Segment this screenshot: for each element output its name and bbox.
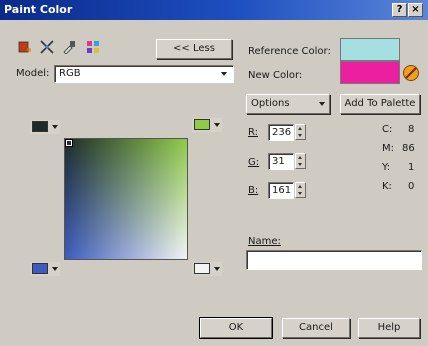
chevron-down-icon xyxy=(214,123,220,127)
chevron-down-icon xyxy=(52,267,58,271)
blend-picker-handle[interactable] xyxy=(65,139,73,147)
blend-overlay xyxy=(65,139,187,259)
options-label: Options xyxy=(251,98,290,109)
k-label: K: xyxy=(382,181,392,192)
c-label: C: xyxy=(382,124,393,135)
g-value: 31 xyxy=(272,156,285,167)
b-field[interactable]: 161 xyxy=(268,182,294,199)
y-label: Y: xyxy=(382,162,391,173)
r-stepper[interactable] xyxy=(295,124,306,140)
m-value: 86 xyxy=(402,143,415,154)
swatch-color xyxy=(32,263,48,274)
g-field[interactable]: 31 xyxy=(268,153,294,170)
m-label: M: xyxy=(382,143,394,154)
chevron-down-icon xyxy=(221,72,227,76)
add-to-palette-button[interactable]: Add To Palette xyxy=(340,94,420,114)
swatch-color xyxy=(32,121,48,132)
options-button[interactable]: Options xyxy=(246,94,330,114)
close-button[interactable]: × xyxy=(408,3,423,17)
less-button[interactable]: << Less xyxy=(156,39,232,59)
crosshair-icon[interactable] xyxy=(40,40,54,54)
b-label: B: xyxy=(248,185,259,196)
window-title: Paint Color xyxy=(4,3,73,16)
help-title-button[interactable]: ? xyxy=(392,3,407,17)
corner-swatch-top-left[interactable] xyxy=(30,120,60,134)
chevron-down-icon xyxy=(319,102,325,106)
swatch-color xyxy=(194,119,210,130)
chevron-down-icon xyxy=(214,267,220,271)
name-input[interactable] xyxy=(246,250,422,270)
reference-color-label: Reference Color: xyxy=(248,46,331,57)
corner-swatch-bottom-right[interactable] xyxy=(192,262,222,276)
paint-bucket-icon[interactable] xyxy=(18,40,32,54)
model-label: Model: xyxy=(16,68,50,79)
swatch-color xyxy=(194,263,210,274)
b-stepper[interactable] xyxy=(295,182,306,198)
g-stepper[interactable] xyxy=(295,153,306,169)
b-value: 161 xyxy=(272,185,292,196)
r-value: 236 xyxy=(272,127,292,138)
ok-button[interactable]: OK xyxy=(199,317,273,339)
palette-grid-icon[interactable] xyxy=(86,40,100,54)
model-value: RGB xyxy=(59,68,81,79)
corner-swatch-top-right[interactable] xyxy=(192,118,222,132)
new-color-label: New Color: xyxy=(248,70,303,81)
model-select[interactable]: RGB xyxy=(54,65,234,83)
eyedropper-icon[interactable] xyxy=(62,40,76,55)
r-field[interactable]: 236 xyxy=(268,124,294,141)
corner-swatch-bottom-left[interactable] xyxy=(30,262,60,276)
color-warning-icon[interactable] xyxy=(402,64,420,82)
new-color-swatch xyxy=(340,61,400,84)
k-value: 0 xyxy=(408,181,415,192)
c-value: 8 xyxy=(408,124,415,135)
chevron-down-icon xyxy=(52,125,58,129)
title-bar: Paint Color xyxy=(0,0,428,20)
y-value: 1 xyxy=(408,162,415,173)
r-label: R: xyxy=(248,127,259,138)
help-button[interactable]: Help xyxy=(358,318,420,338)
reference-color-swatch xyxy=(340,38,400,61)
g-label: G: xyxy=(248,157,260,168)
color-blend-area[interactable] xyxy=(64,138,188,260)
name-label: Name: xyxy=(248,236,281,247)
cancel-button[interactable]: Cancel xyxy=(282,318,350,338)
